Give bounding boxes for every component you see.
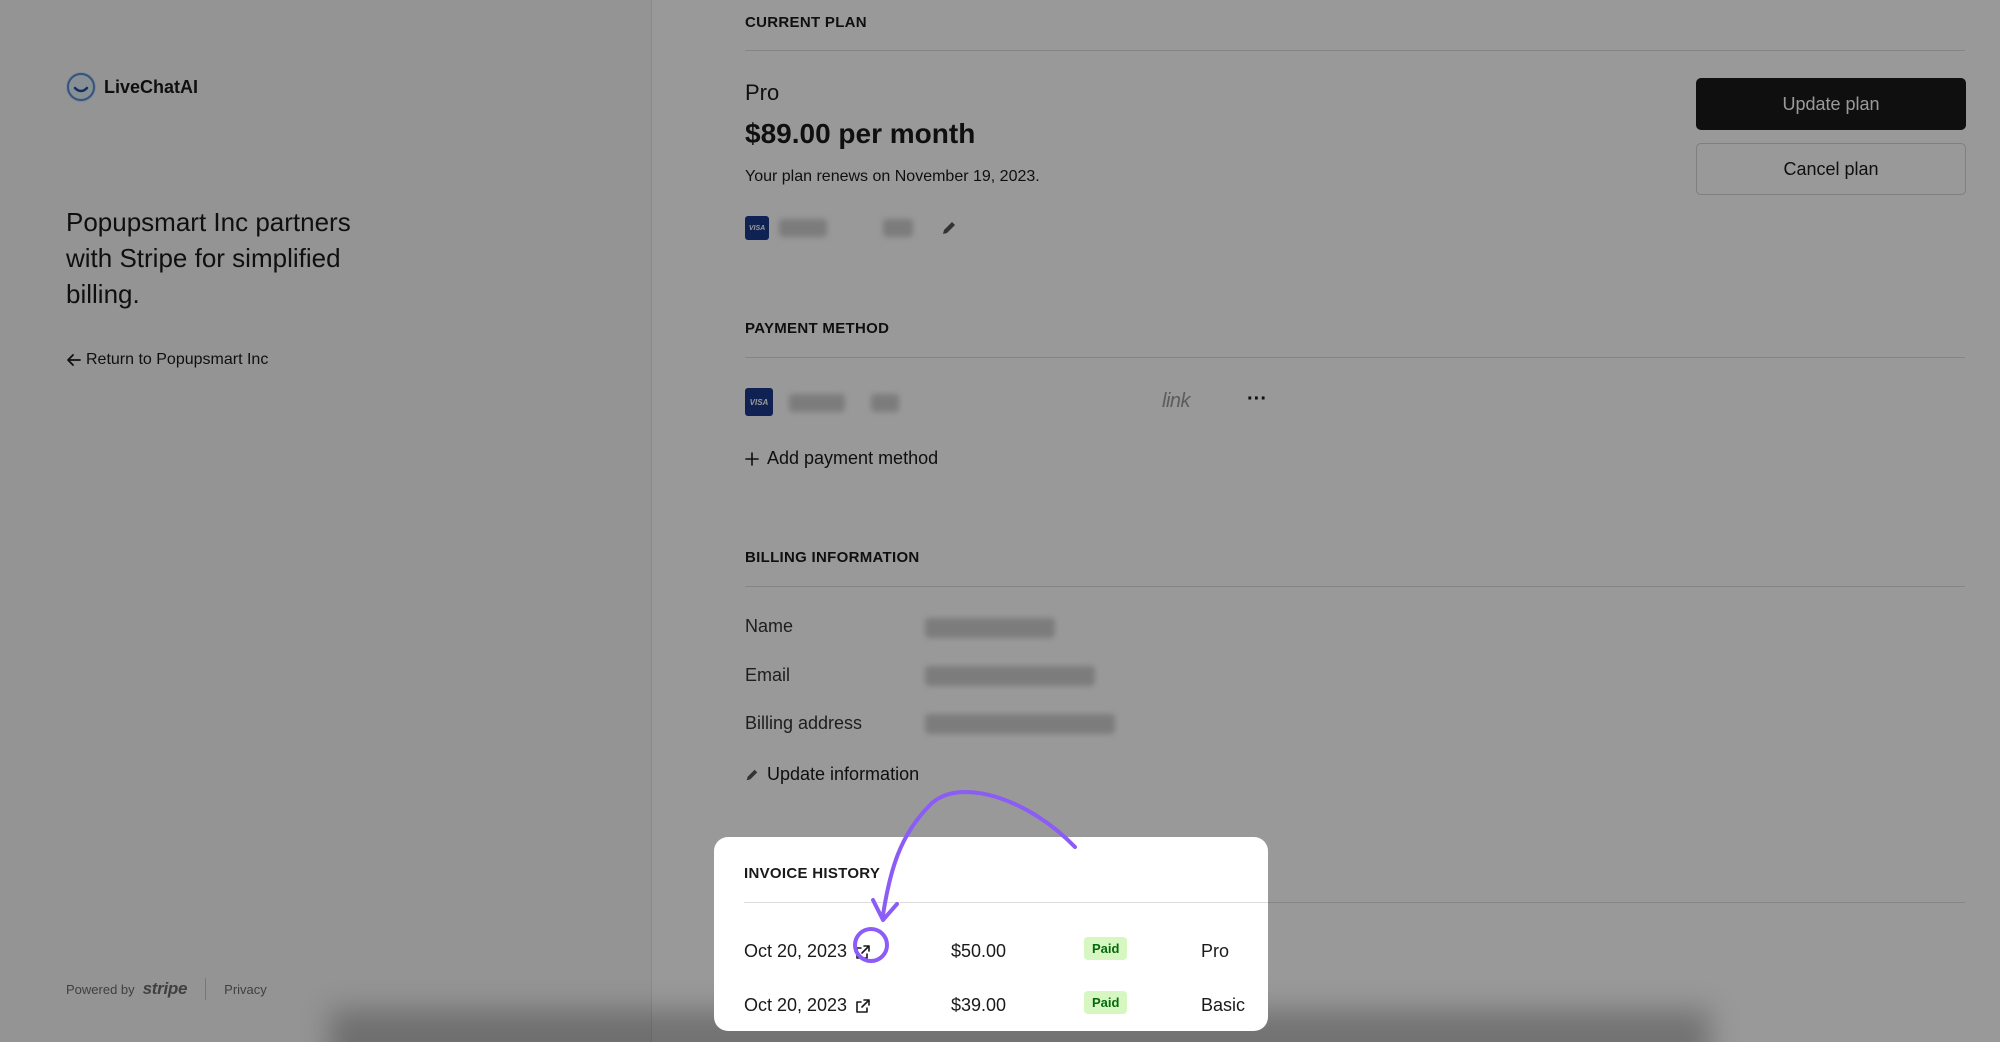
invoice-plan: Basic bbox=[1201, 995, 1246, 1015]
invoice-plan: Pro bbox=[1201, 941, 1230, 961]
invoice-date: Oct 20, 2023 bbox=[744, 995, 848, 1015]
billing-portal-page: LiveChatAI Popupsmart Inc partners with … bbox=[0, 0, 2000, 1042]
invoice-amount: $39.00 bbox=[951, 995, 1007, 1015]
invoice-date-link[interactable]: Oct 20, 2023 bbox=[744, 995, 871, 1016]
invoice-history-card: INVOICE HISTORY Oct 20, 2023 $50.00 Paid… bbox=[714, 837, 1268, 1031]
invoice-history-title: INVOICE HISTORY bbox=[744, 865, 881, 882]
status-badge: Paid bbox=[1084, 991, 1128, 1014]
invoice-row[interactable]: Oct 20, 2023 $39.00 Paid Basic bbox=[744, 991, 1268, 1021]
external-link-icon[interactable] bbox=[855, 998, 871, 1014]
invoice-row[interactable]: Oct 20, 2023 $50.00 Paid Pro bbox=[744, 937, 1268, 967]
divider bbox=[744, 902, 1268, 903]
status-badge: Paid bbox=[1084, 937, 1128, 960]
external-link-icon[interactable] bbox=[855, 944, 871, 960]
invoice-date-link[interactable]: Oct 20, 2023 bbox=[744, 941, 871, 962]
invoice-date: Oct 20, 2023 bbox=[744, 941, 848, 961]
invoice-amount: $50.00 bbox=[951, 941, 1007, 961]
